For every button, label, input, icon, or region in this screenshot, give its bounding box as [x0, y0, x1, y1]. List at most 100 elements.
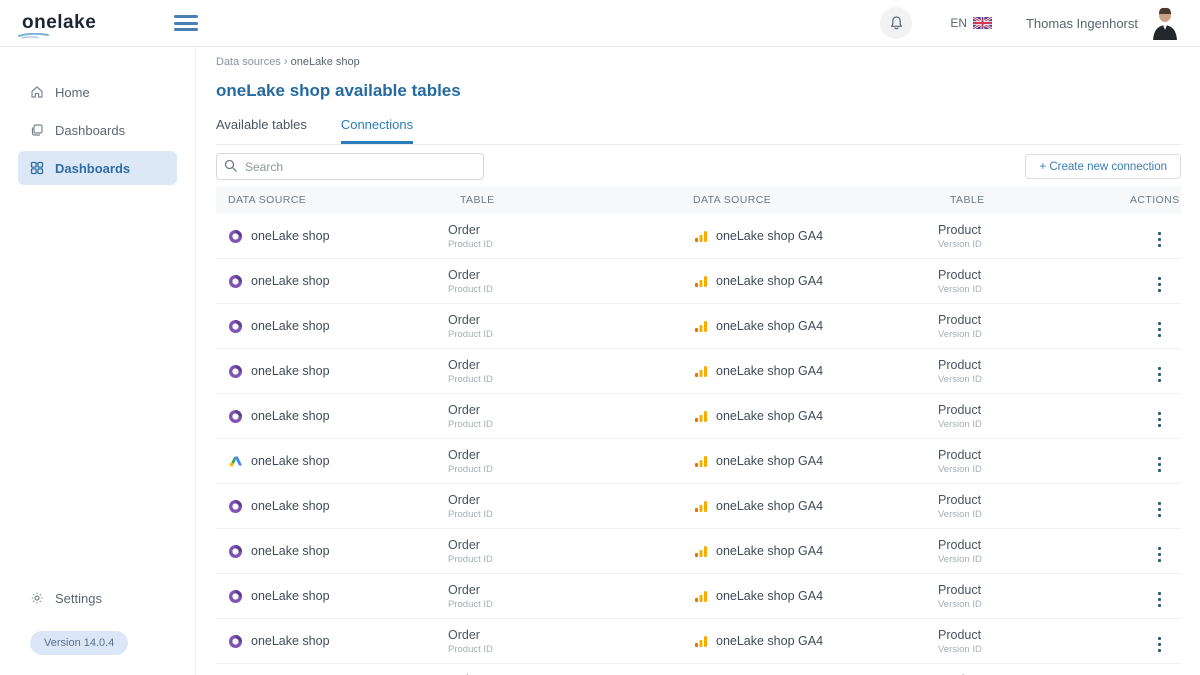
source-cell-1: oneLake shop	[216, 499, 448, 514]
table-cell-1: Order Product ID	[448, 313, 681, 340]
ga4-icon	[693, 589, 708, 604]
ga4-icon	[693, 364, 708, 379]
tab-available-tables[interactable]: Available tables	[216, 117, 307, 144]
create-connection-button[interactable]: + Create new connection	[1025, 154, 1181, 179]
breadcrumb: Data sources › oneLake shop	[216, 56, 1181, 68]
actions-cell	[1118, 222, 1181, 251]
actions-cell	[1118, 357, 1181, 386]
row-actions-menu-icon[interactable]	[1154, 408, 1165, 431]
source-name: oneLake shop GA4	[716, 499, 823, 513]
source-cell-2: oneLake shop GA4	[681, 229, 938, 244]
table-cell-1: Order Product ID	[448, 268, 681, 295]
source-cell-1: oneLake shop	[216, 364, 448, 379]
row-actions-menu-icon[interactable]	[1154, 453, 1165, 476]
table-cell-2: Product Version ID	[938, 358, 1118, 385]
column-header-data-source-2: DATA SOURCE	[681, 194, 938, 206]
breadcrumb-parent[interactable]: Data sources	[216, 56, 281, 68]
table-cell-1: Order Product ID	[448, 538, 681, 565]
shop-icon	[228, 499, 243, 514]
row-actions-menu-icon[interactable]	[1154, 273, 1165, 296]
logo-swoosh-icon	[18, 33, 52, 39]
shop-icon	[228, 364, 243, 379]
grid-icon	[30, 161, 44, 175]
ga4-icon	[693, 499, 708, 514]
table-cell-2: Product Version ID	[938, 268, 1118, 295]
source-cell-2: oneLake shop GA4	[681, 634, 938, 649]
table-controls: + Create new connection	[216, 153, 1181, 180]
shop-icon	[228, 589, 243, 604]
table-cell-1: Order Product ID	[448, 223, 681, 250]
table-row: oneLake shop Order Product ID oneLake sh…	[216, 619, 1181, 664]
table-key: Version ID	[938, 464, 1118, 475]
row-actions-menu-icon[interactable]	[1154, 543, 1165, 566]
app-logo[interactable]: onelake	[22, 12, 96, 34]
table-cell-1: Order Product ID	[448, 403, 681, 430]
source-name: oneLake shop GA4	[716, 634, 823, 648]
source-cell-1: oneLake shop	[216, 634, 448, 649]
source-name: oneLake shop	[251, 499, 330, 513]
menu-toggle-icon[interactable]	[174, 15, 198, 31]
row-actions-menu-icon[interactable]	[1154, 318, 1165, 341]
row-actions-menu-icon[interactable]	[1154, 228, 1165, 251]
table-key: Version ID	[938, 419, 1118, 430]
notifications-button[interactable]	[880, 7, 912, 39]
table-cell-1: Order Product ID	[448, 628, 681, 655]
shop-icon	[228, 634, 243, 649]
ga4-icon	[693, 319, 708, 334]
user-name[interactable]: Thomas Ingenhorst	[1026, 16, 1138, 31]
table-key: Product ID	[448, 644, 681, 655]
sidebar-item-label: Settings	[55, 591, 102, 606]
row-actions-menu-icon[interactable]	[1154, 633, 1165, 656]
sidebar-item-dashboards-active[interactable]: Dashboards	[18, 151, 177, 185]
tab-connections[interactable]: Connections	[341, 117, 413, 144]
table-name: Order	[448, 268, 681, 282]
tab-bar: Available tables Connections	[216, 117, 1181, 145]
table-cell-2: Product Version ID	[938, 223, 1118, 250]
row-actions-menu-icon[interactable]	[1154, 363, 1165, 386]
table-name: Product	[938, 538, 1118, 552]
actions-cell	[1118, 402, 1181, 431]
table-key: Product ID	[448, 284, 681, 295]
table-key: Version ID	[938, 239, 1118, 250]
row-actions-menu-icon[interactable]	[1154, 588, 1165, 611]
table-name: Product	[938, 313, 1118, 327]
source-name: oneLake shop	[251, 229, 330, 243]
table-key: Product ID	[448, 239, 681, 250]
table-cell-2: Product Version ID	[938, 403, 1118, 430]
actions-cell	[1118, 447, 1181, 476]
shop-icon	[228, 544, 243, 559]
language-selector[interactable]: EN	[950, 16, 992, 30]
shop-icon	[228, 319, 243, 334]
sidebar-item-home[interactable]: Home	[18, 75, 177, 109]
source-name: oneLake shop	[251, 274, 330, 288]
sidebar-item-settings[interactable]: Settings	[18, 581, 177, 615]
uk-flag-icon	[973, 17, 992, 29]
table-key: Product ID	[448, 464, 681, 475]
source-name: oneLake shop	[251, 409, 330, 423]
table-cell-2: Product Version ID	[938, 493, 1118, 520]
source-name: oneLake shop GA4	[716, 364, 823, 378]
source-name: oneLake shop GA4	[716, 589, 823, 603]
table-name: Order	[448, 313, 681, 327]
table-row: oneLake shop Order Product ID oneLake sh…	[216, 394, 1181, 439]
language-label: EN	[950, 16, 967, 30]
shop-icon	[228, 274, 243, 289]
table-name: Order	[448, 448, 681, 462]
source-name: oneLake shop	[251, 589, 330, 603]
source-cell-1: oneLake shop	[216, 274, 448, 289]
sidebar-item-dashboards[interactable]: Dashboards	[18, 113, 177, 147]
table-name: Order	[448, 403, 681, 417]
table-key: Product ID	[448, 599, 681, 610]
table-key: Product ID	[448, 419, 681, 430]
source-name: oneLake shop GA4	[716, 409, 823, 423]
breadcrumb-current: oneLake shop	[291, 56, 360, 68]
table-name: Product	[938, 628, 1118, 642]
row-actions-menu-icon[interactable]	[1154, 498, 1165, 521]
table-name: Order	[448, 583, 681, 597]
actions-cell	[1118, 537, 1181, 566]
ga4-icon	[693, 544, 708, 559]
ga4-icon	[693, 454, 708, 469]
table-name: Order	[448, 538, 681, 552]
user-avatar[interactable]	[1150, 6, 1180, 40]
search-input[interactable]	[216, 153, 484, 180]
